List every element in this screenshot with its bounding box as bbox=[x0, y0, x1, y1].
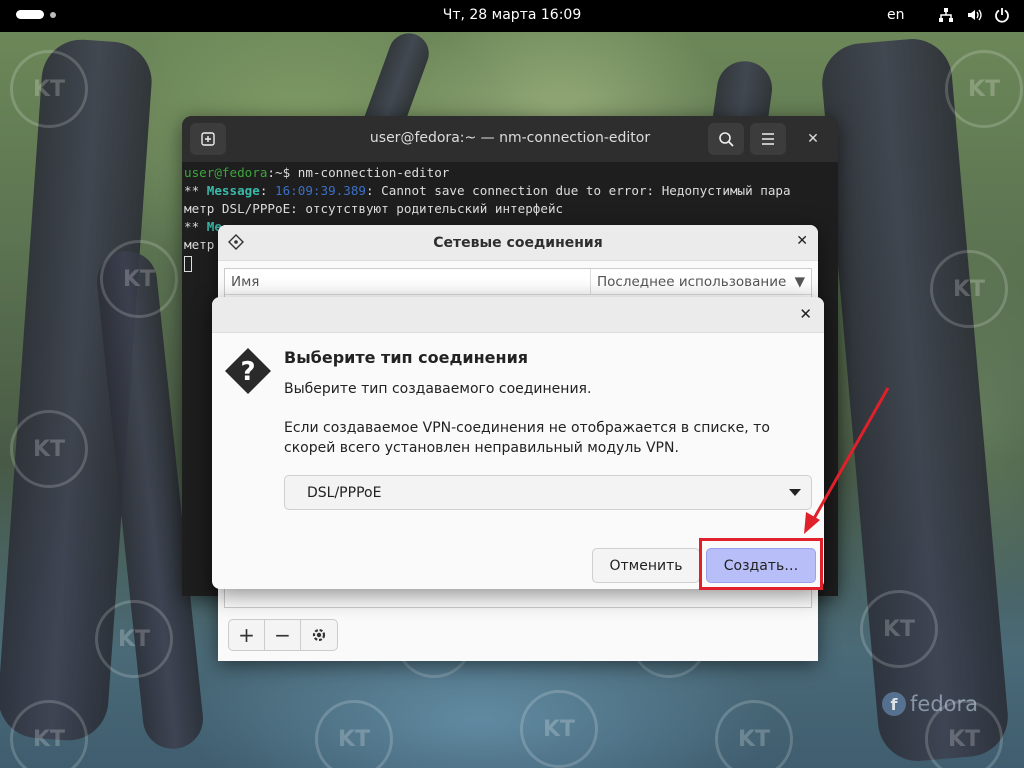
connections-toolbar: + − bbox=[228, 619, 338, 651]
volume-icon bbox=[968, 9, 982, 21]
terminal-line: user@fedora:~$ nm-connection-editor bbox=[184, 164, 838, 182]
system-tray[interactable] bbox=[938, 7, 1010, 23]
network-connections-close-button[interactable]: ✕ bbox=[796, 233, 808, 249]
terminal-line: ** Message: 16:09:39.389: Cannot save co… bbox=[184, 183, 791, 198]
network-wired-icon bbox=[939, 8, 953, 22]
dialog-heading: Выберите тип соединения bbox=[284, 348, 529, 367]
log-level: Message bbox=[206, 183, 260, 198]
fedora-wordmark: fedora bbox=[910, 692, 978, 716]
keyboard-layout-indicator[interactable]: en bbox=[887, 7, 905, 23]
cancel-button[interactable]: Отменить bbox=[592, 548, 700, 583]
connection-type-dropdown[interactable]: DSL/PPPoE bbox=[284, 475, 812, 510]
dialog-note: Если создаваемое VPN-соединения не отобр… bbox=[284, 420, 770, 456]
column-header-name[interactable]: Имя bbox=[225, 269, 591, 294]
terminal-line: метр DSL/PPPoE: отсутствуют родительский… bbox=[184, 201, 564, 216]
terminal-cursor bbox=[184, 255, 192, 272]
column-header-last-used[interactable]: Последнее использование ▼ bbox=[591, 269, 811, 294]
power-icon bbox=[995, 8, 1009, 23]
search-icon bbox=[719, 132, 734, 147]
dropdown-arrow-icon bbox=[789, 485, 801, 501]
question-icon: ? bbox=[224, 347, 272, 395]
minus-icon: − bbox=[274, 623, 291, 647]
top-bar: Чт, 28 марта 16:09 en bbox=[0, 0, 1024, 32]
remove-connection-button[interactable]: − bbox=[265, 620, 301, 650]
log-prefix: ** bbox=[184, 183, 207, 198]
add-connection-button[interactable]: + bbox=[229, 620, 265, 650]
close-icon: ✕ bbox=[807, 131, 819, 147]
log-text: : Cannot save connection due to error: Н… bbox=[366, 183, 791, 198]
close-icon: ✕ bbox=[796, 233, 808, 249]
log-timestamp: 16:09:39.389 bbox=[275, 183, 366, 198]
connection-type-value: DSL/PPPoE bbox=[307, 484, 382, 501]
create-button-highlight bbox=[699, 538, 823, 590]
search-button[interactable] bbox=[708, 123, 744, 155]
edit-connection-button[interactable] bbox=[301, 620, 337, 650]
dialog-close-button[interactable]: ✕ bbox=[799, 305, 812, 323]
hamburger-menu-icon bbox=[762, 133, 774, 145]
terminal-headerbar[interactable]: user@fedora:~ — nm-connection-editor ✕ bbox=[182, 116, 838, 162]
plus-icon: + bbox=[238, 623, 255, 647]
prompt-command: :~$ nm-connection-editor bbox=[267, 165, 450, 180]
connections-list-header: Имя Последнее использование ▼ bbox=[225, 269, 811, 295]
clock[interactable]: Чт, 28 марта 16:09 bbox=[0, 7, 1024, 23]
network-connections-headerbar[interactable]: Сетевые соединения ✕ bbox=[218, 225, 818, 261]
sort-down-icon: ▼ bbox=[794, 274, 805, 290]
fedora-logo-icon: f bbox=[882, 692, 906, 716]
log-prefix: ** bbox=[184, 219, 207, 234]
gear-icon bbox=[312, 628, 326, 642]
dialog-subtitle: Выберите тип создаваемого соединения. bbox=[284, 381, 592, 397]
terminal-close-button[interactable]: ✕ bbox=[802, 128, 824, 150]
svg-text:?: ? bbox=[240, 357, 255, 387]
dialog-headerbar[interactable]: ✕ bbox=[212, 297, 824, 333]
fedora-watermark: f fedora bbox=[882, 692, 978, 716]
network-connections-title: Сетевые соединения bbox=[433, 235, 603, 251]
menu-button[interactable] bbox=[750, 123, 786, 155]
close-icon: ✕ bbox=[799, 305, 812, 323]
prompt-user: user@fedora bbox=[184, 165, 268, 180]
column-header-last-used-label: Последнее использование bbox=[597, 274, 787, 290]
